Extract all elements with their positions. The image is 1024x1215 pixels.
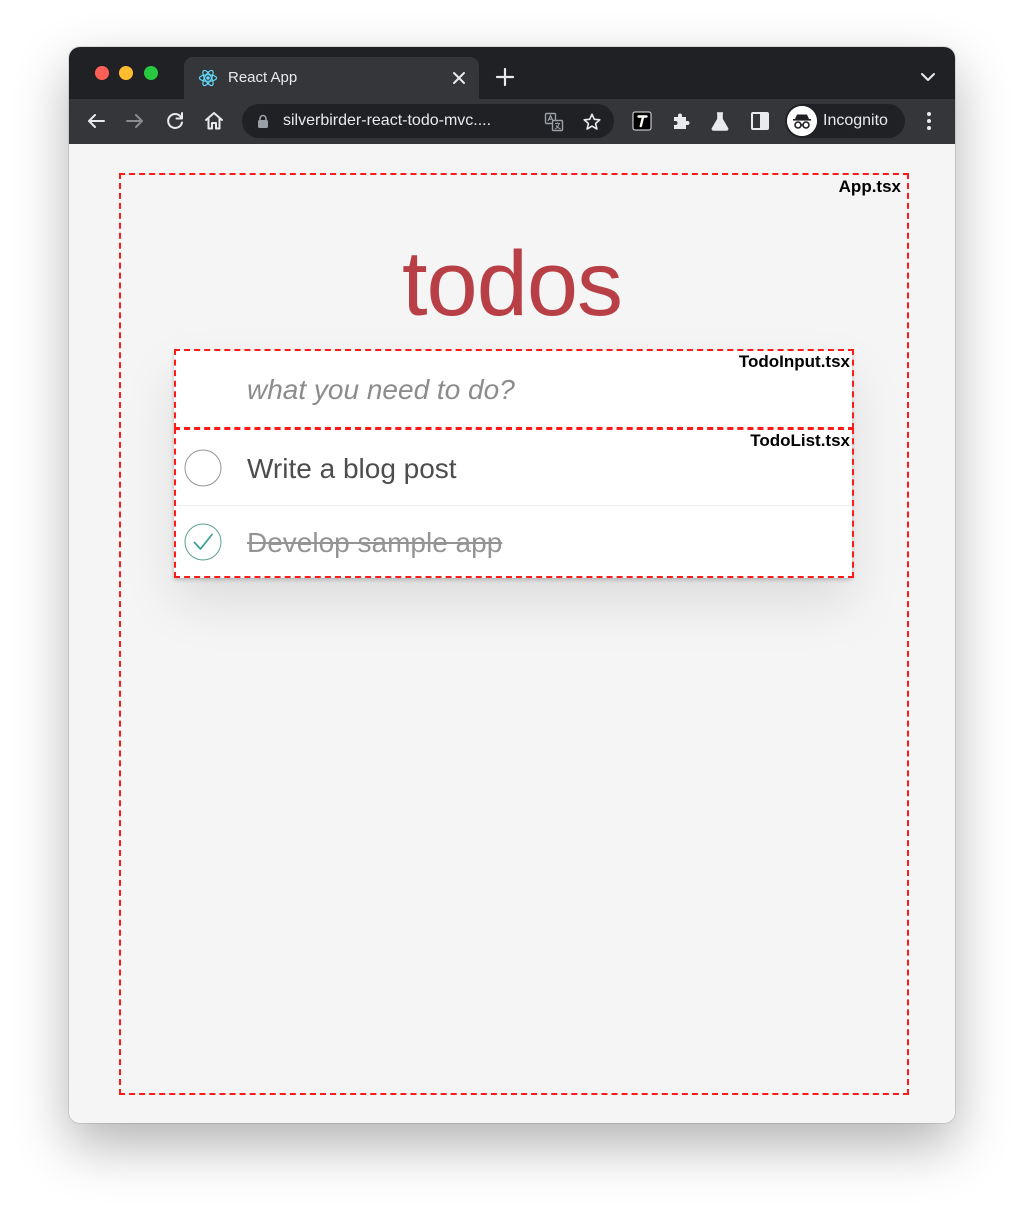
home-icon[interactable]	[203, 110, 225, 132]
todo-item[interactable]: Write a blog post	[174, 432, 852, 506]
extension-t-icon[interactable]	[631, 110, 653, 132]
incognito-profile-button[interactable]: Incognito	[785, 104, 905, 138]
labs-flask-icon[interactable]	[709, 110, 731, 132]
more-menu-icon[interactable]	[919, 110, 939, 132]
tab-strip: React App	[69, 47, 955, 99]
app-component-label: App.tsx	[838, 177, 901, 196]
new-todo-input[interactable]	[174, 350, 852, 429]
side-panel-icon[interactable]	[749, 110, 771, 132]
uncompleted-circle-icon[interactable]	[184, 449, 222, 487]
reload-icon[interactable]	[164, 110, 186, 132]
lock-icon[interactable]	[256, 114, 270, 128]
react-logo-icon	[198, 69, 218, 87]
minimize-window-button[interactable]	[119, 66, 133, 80]
todo-card: Write a blog post Develop sample app	[174, 350, 852, 578]
close-tab-icon[interactable]	[449, 68, 469, 88]
address-bar[interactable]: silverbirder-react-todo-mvc....	[242, 104, 614, 138]
chevron-down-icon[interactable]	[919, 68, 937, 86]
translate-icon[interactable]	[544, 112, 564, 132]
browser-toolbar: silverbirder-react-todo-mvc.... Incognit…	[69, 99, 955, 144]
page-title: todos	[401, 232, 623, 335]
completed-check-icon[interactable]	[184, 523, 222, 561]
maximize-window-button[interactable]	[144, 66, 158, 80]
forward-arrow-icon[interactable]	[124, 110, 146, 132]
tab-title: React App	[228, 69, 298, 86]
page-content: App.tsx todos Write a blog post Develop	[69, 144, 955, 1123]
tab-react-app[interactable]: React App	[184, 57, 479, 99]
extensions-puzzle-icon[interactable]	[670, 110, 692, 132]
new-tab-icon[interactable]	[495, 67, 515, 87]
close-window-button[interactable]	[95, 66, 109, 80]
todo-list: Write a blog post Develop sample app	[174, 432, 852, 578]
back-arrow-icon[interactable]	[85, 110, 107, 132]
browser-window: React App silverbirder-react-todo-mvc...…	[69, 47, 955, 1123]
todo-item-label: Write a blog post	[247, 453, 457, 484]
todo-item-label: Develop sample app	[247, 527, 503, 558]
incognito-icon	[787, 106, 817, 136]
incognito-label: Incognito	[823, 112, 888, 129]
todo-item[interactable]: Develop sample app	[174, 506, 852, 580]
url-text: silverbirder-react-todo-mvc....	[283, 112, 492, 129]
bookmark-star-icon[interactable]	[582, 112, 602, 132]
